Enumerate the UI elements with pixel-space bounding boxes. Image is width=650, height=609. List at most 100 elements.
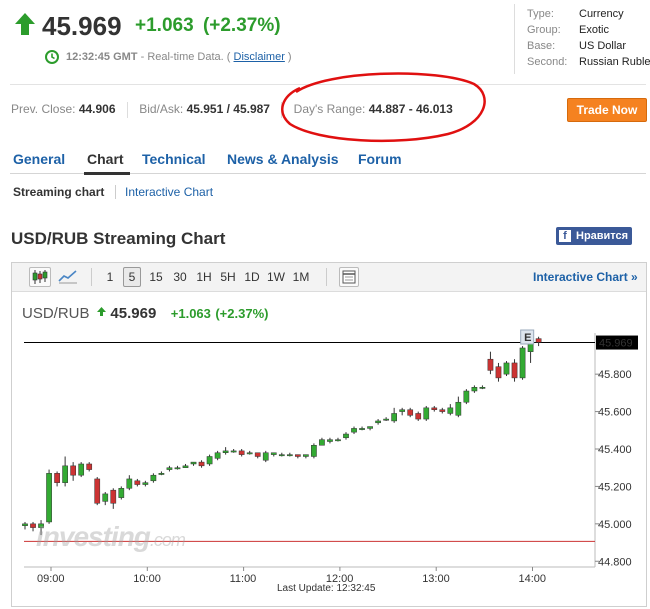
tab-technical[interactable]: Technical xyxy=(142,151,206,167)
y-tick-label: 44.800 xyxy=(598,556,632,568)
group-value: Exotic xyxy=(579,24,609,36)
candle-body xyxy=(311,445,317,457)
interval-15min[interactable]: 15 xyxy=(147,268,165,286)
candle-body xyxy=(407,409,414,416)
candle-body xyxy=(22,523,28,526)
close-paren: ) xyxy=(287,51,292,63)
y-tick-label: 45.000 xyxy=(598,519,632,531)
interval-1w[interactable]: 1W xyxy=(266,268,286,286)
candle-body xyxy=(327,439,333,442)
window-icon[interactable] xyxy=(339,267,359,287)
candle-body xyxy=(126,478,133,489)
candle-body xyxy=(294,454,301,457)
instrument-info-table: Type: Currency Group: Exotic Base: US Do… xyxy=(514,4,650,74)
type-label: Type: xyxy=(527,8,554,20)
candlestick-icon[interactable] xyxy=(29,267,51,287)
quote-timestamp-line: 12:32:45 GMT - Real-time Data. ( Disclai… xyxy=(66,51,292,63)
interval-5h[interactable]: 5H xyxy=(219,268,237,286)
last-price: 45.969 xyxy=(42,11,122,41)
candle-body xyxy=(375,420,381,424)
base-value: US Dollar xyxy=(579,40,627,52)
highlight-annotation xyxy=(281,72,486,143)
stats-divider xyxy=(126,102,128,118)
candle-body xyxy=(254,452,261,457)
line-chart-icon[interactable] xyxy=(58,268,78,284)
clock-icon xyxy=(44,49,60,65)
candle-body xyxy=(439,409,446,412)
candle-body xyxy=(383,418,389,421)
second-label: Second: xyxy=(527,56,568,68)
candle-body xyxy=(359,428,365,430)
interval-5min[interactable]: 5 xyxy=(123,267,141,287)
trade-now-button[interactable]: Trade Now xyxy=(567,98,647,122)
subtab-streaming-chart[interactable]: Streaming chart xyxy=(13,185,104,199)
candle-body xyxy=(118,488,125,498)
candle-body xyxy=(78,463,85,476)
candle-body xyxy=(94,478,101,504)
candle-body xyxy=(46,473,52,523)
candle-body xyxy=(503,362,510,375)
interval-1d[interactable]: 1D xyxy=(243,268,261,286)
bid-ask-label: Bid/Ask: xyxy=(139,102,184,117)
facebook-like-button[interactable]: f Нравится xyxy=(556,227,632,245)
interactive-chart-link[interactable]: Interactive Chart » xyxy=(533,270,638,284)
interval-30min[interactable]: 30 xyxy=(171,268,189,286)
candle-body xyxy=(86,463,93,470)
subtab-interactive-chart[interactable]: Interactive Chart xyxy=(125,185,213,199)
candle-body xyxy=(303,454,309,457)
candle-body xyxy=(182,465,189,468)
chart-symbol: USD/RUB xyxy=(22,305,90,322)
tab-general[interactable]: General xyxy=(13,151,65,167)
interval-1m[interactable]: 1M xyxy=(291,268,311,286)
candle-body xyxy=(367,426,373,429)
facebook-icon: f xyxy=(559,230,571,242)
candle-body xyxy=(278,454,285,457)
candle-body xyxy=(222,450,229,453)
candle-body xyxy=(511,362,518,379)
chart-toolbar: 1 5 15 30 1H 5H 1D 1W 1M Interactive Cha… xyxy=(12,263,646,292)
candle-body xyxy=(262,452,269,461)
tab-forum[interactable]: Forum xyxy=(358,151,402,167)
candle-body xyxy=(102,493,109,502)
x-tick-label: 13:00 xyxy=(422,573,450,585)
toolbar-divider xyxy=(91,268,92,286)
toolbar-divider xyxy=(326,268,327,286)
type-value: Currency xyxy=(579,8,624,20)
candle-body xyxy=(335,439,341,442)
candle-body xyxy=(463,390,470,403)
tab-chart[interactable]: Chart xyxy=(87,151,124,167)
candle-body xyxy=(479,387,486,389)
subtab-divider xyxy=(115,185,116,199)
candle-body xyxy=(391,413,397,422)
candle-body xyxy=(286,454,293,457)
disclaimer-link[interactable]: Disclaimer xyxy=(234,51,285,63)
x-tick-label: 09:00 xyxy=(37,573,65,585)
candle-body xyxy=(399,409,406,412)
candle-body xyxy=(270,452,277,455)
candle-body xyxy=(214,452,221,459)
candle-body xyxy=(198,461,205,467)
candle-body xyxy=(110,489,117,504)
y-tick-label: 45.200 xyxy=(598,481,632,493)
tab-news-analysis[interactable]: News & Analysis xyxy=(227,151,339,167)
candle-body xyxy=(206,456,213,465)
candle-body xyxy=(431,407,438,410)
up-arrow-icon xyxy=(14,12,36,36)
candle-body xyxy=(30,523,36,528)
quote-time: 12:32:45 GMT xyxy=(66,51,138,63)
candle-body xyxy=(70,465,76,476)
chart-price-change: +1.063 xyxy=(170,306,211,321)
candle-body xyxy=(246,452,253,455)
chart-quote-header: USD/RUB 45.969 +1.063 (+2.37%) xyxy=(22,303,268,323)
candle-body xyxy=(174,467,181,470)
candle-body xyxy=(190,461,197,465)
group-label: Group: xyxy=(527,24,561,36)
interval-1min[interactable]: 1 xyxy=(103,268,117,286)
price-change-group: +1.063 (+2.37%) xyxy=(135,15,281,37)
candle-body xyxy=(142,482,149,485)
interval-1h[interactable]: 1H xyxy=(195,268,213,286)
candle-body xyxy=(343,433,349,439)
candle-body xyxy=(447,407,454,414)
candle-body xyxy=(423,407,430,420)
candle-body xyxy=(495,366,502,379)
